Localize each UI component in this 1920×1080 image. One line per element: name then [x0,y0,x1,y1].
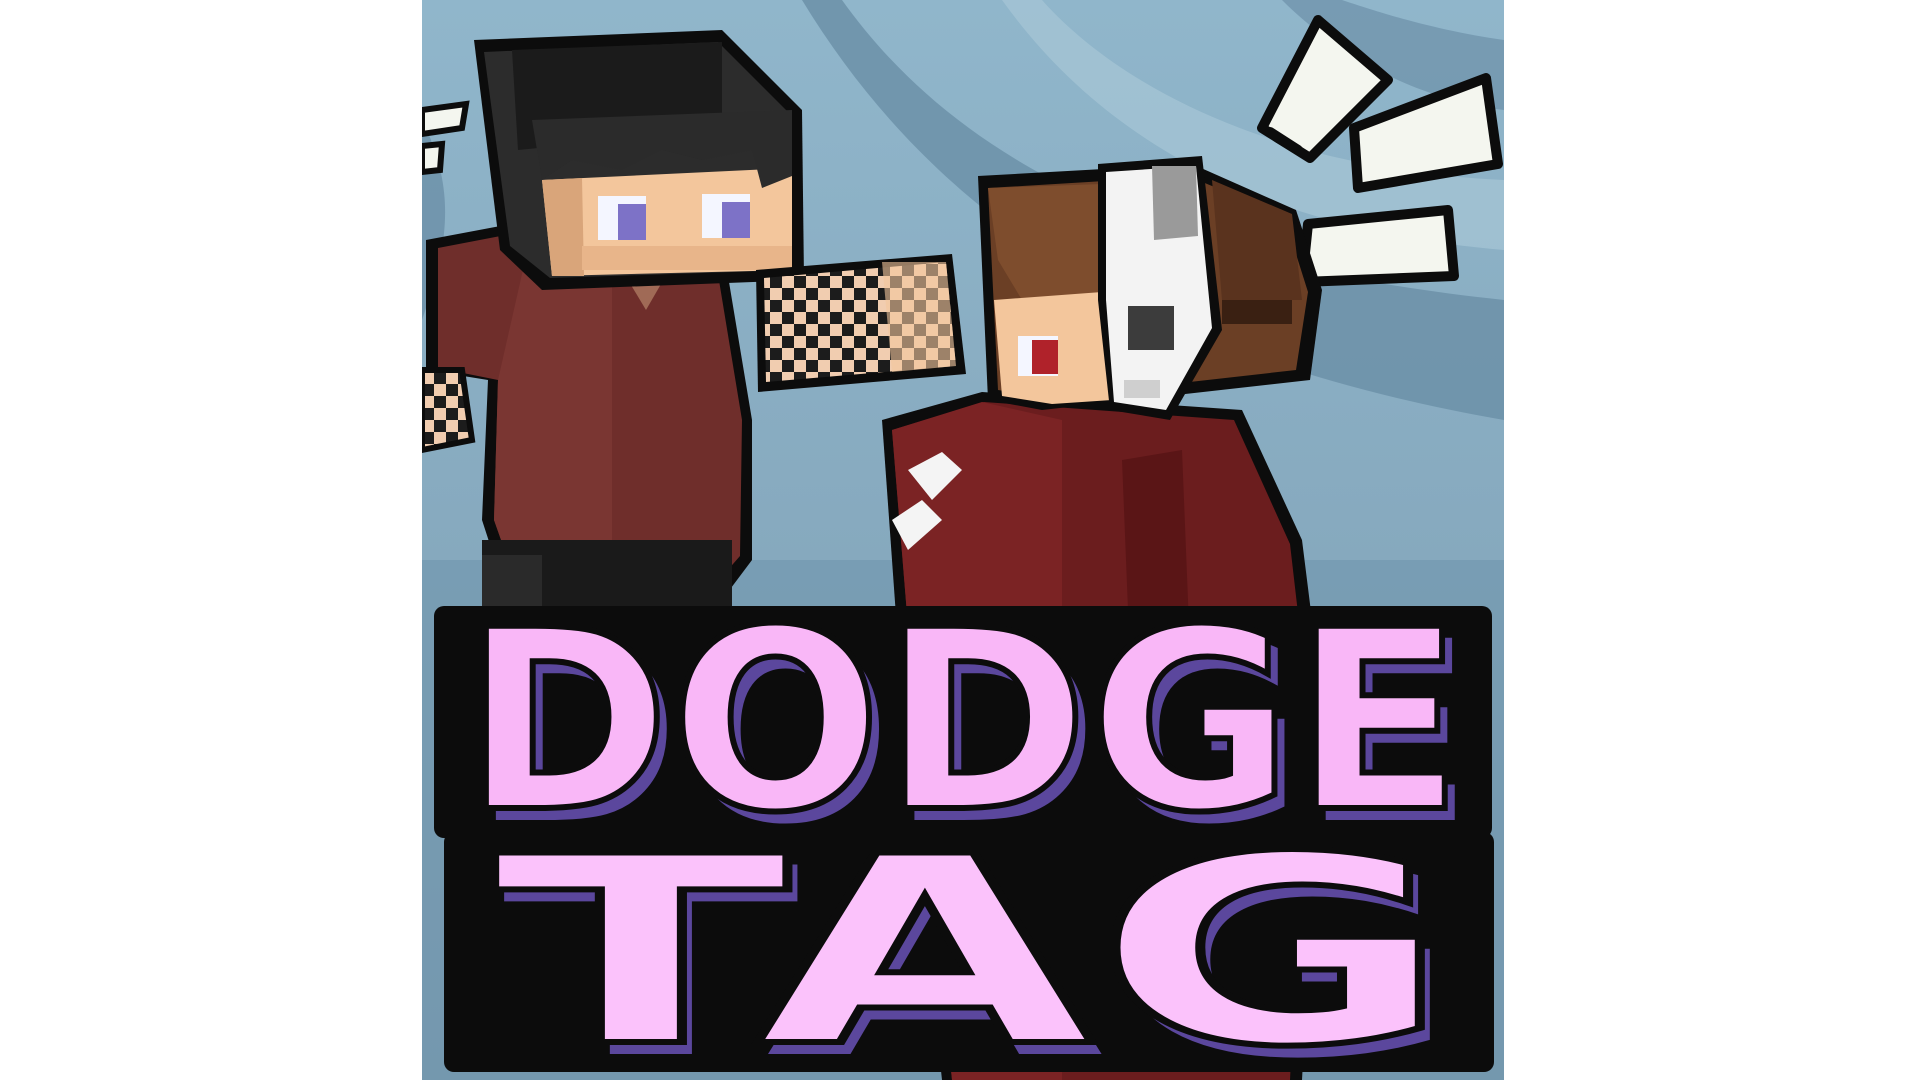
game-title: DODGE DODGE TAG TAG [434,573,1494,1080]
game-thumbnail: DODGE DODGE TAG TAG [422,0,1504,1080]
thumbnail-canvas: DODGE DODGE TAG TAG [422,0,1504,1080]
title-line2: TAG [492,802,1452,1080]
